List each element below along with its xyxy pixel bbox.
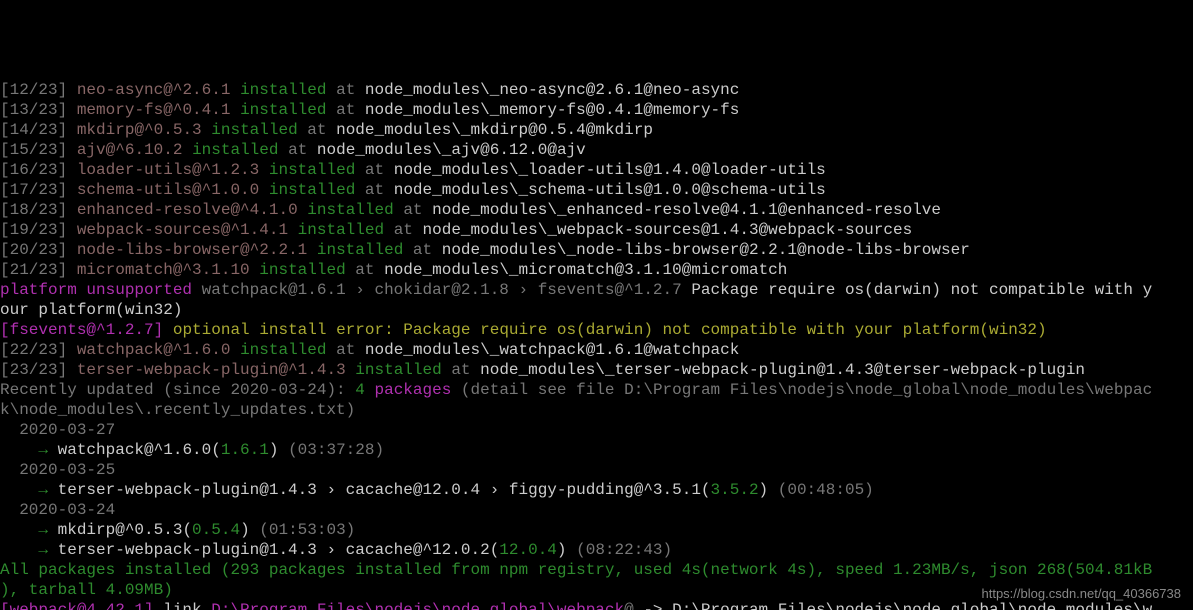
terminal-line: [22/23] watchpack@^1.6.0 installed at no… — [0, 340, 1193, 360]
terminal-line: 2020-03-25 — [0, 460, 1193, 480]
terminal-line: → mkdirp@^0.5.3(0.5.4) (01:53:03) — [0, 520, 1193, 540]
terminal-line: → terser-webpack-plugin@1.4.3 › cacache@… — [0, 480, 1193, 500]
watermark-text: https://blog.csdn.net/qq_40366738 — [982, 584, 1182, 604]
terminal-line: → terser-webpack-plugin@1.4.3 › cacache@… — [0, 540, 1193, 560]
terminal-line: [17/23] schema-utils@^1.0.0 installed at… — [0, 180, 1193, 200]
terminal-line: [18/23] enhanced-resolve@^4.1.0 installe… — [0, 200, 1193, 220]
terminal-output[interactable]: [12/23] neo-async@^2.6.1 installed at no… — [0, 80, 1193, 610]
terminal-line: [12/23] neo-async@^2.6.1 installed at no… — [0, 80, 1193, 100]
terminal-line: → watchpack@^1.6.0(1.6.1) (03:37:28) — [0, 440, 1193, 460]
terminal-line: 2020-03-27 — [0, 420, 1193, 440]
terminal-line: [15/23] ajv@^6.10.2 installed at node_mo… — [0, 140, 1193, 160]
terminal-line: [16/23] loader-utils@^1.2.3 installed at… — [0, 160, 1193, 180]
terminal-line: platform unsupported watchpack@1.6.1 › c… — [0, 280, 1193, 300]
terminal-line: our platform(win32) — [0, 300, 1193, 320]
terminal-line: All packages installed (293 packages ins… — [0, 560, 1193, 580]
terminal-line: [23/23] terser-webpack-plugin@^1.4.3 ins… — [0, 360, 1193, 380]
terminal-line: [20/23] node-libs-browser@^2.2.1 install… — [0, 240, 1193, 260]
terminal-line: [21/23] micromatch@^3.1.10 installed at … — [0, 260, 1193, 280]
terminal-line: [fsevents@^1.2.7] optional install error… — [0, 320, 1193, 340]
terminal-line: [14/23] mkdirp@^0.5.3 installed at node_… — [0, 120, 1193, 140]
terminal-line: [13/23] memory-fs@^0.4.1 installed at no… — [0, 100, 1193, 120]
terminal-line: 2020-03-24 — [0, 500, 1193, 520]
terminal-line: k\node_modules\.recently_updates.txt) — [0, 400, 1193, 420]
terminal-line: [19/23] webpack-sources@^1.4.1 installed… — [0, 220, 1193, 240]
terminal-line: Recently updated (since 2020-03-24): 4 p… — [0, 380, 1193, 400]
